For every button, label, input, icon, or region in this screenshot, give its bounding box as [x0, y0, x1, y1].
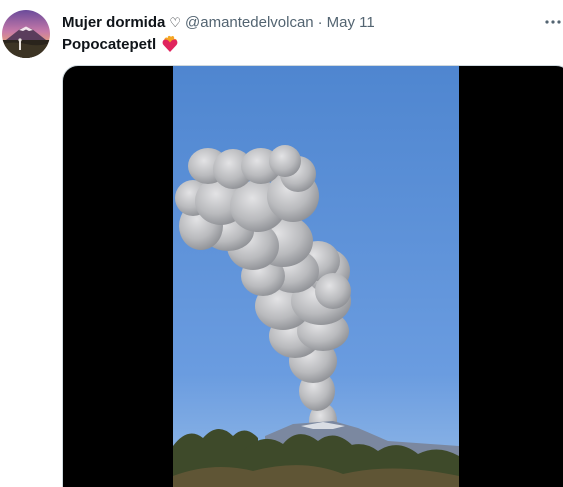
author-handle[interactable]: @amantedelvolcan [185, 14, 314, 31]
volcano-avatar-icon [2, 10, 50, 58]
heart-on-fire-emoji-icon [161, 35, 179, 53]
tweet-text-content: Popocatepetl [62, 35, 157, 53]
author-display-name[interactable]: Mujer dormida [62, 14, 165, 31]
tweet-text: Popocatepetl [62, 34, 179, 54]
more-options-button[interactable] [542, 12, 563, 32]
author-avatar[interactable] [2, 10, 50, 58]
volcano-eruption-frame [173, 66, 459, 487]
tweet-video[interactable] [62, 65, 563, 487]
tweet-card[interactable]: Mujer dormida ♡ @amantedelvolcan · May 1… [0, 0, 563, 487]
tweet-date[interactable]: May 11 [327, 14, 375, 31]
heart-outline-icon: ♡ [169, 14, 182, 30]
separator-dot: · [317, 13, 323, 31]
tweet-header: Mujer dormida ♡ @amantedelvolcan · May 1… [62, 12, 375, 32]
more-dots-icon [545, 20, 561, 24]
